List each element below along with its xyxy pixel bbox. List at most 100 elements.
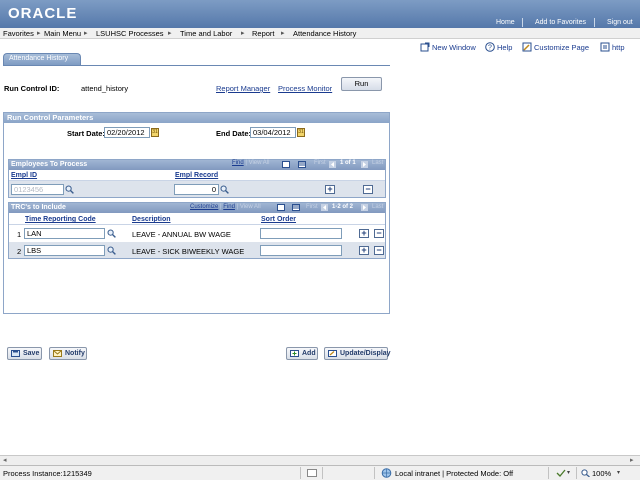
calendar-icon[interactable]: 31 — [151, 128, 159, 137]
trc-last-label: Last — [372, 204, 384, 210]
empl-record-input[interactable]: 0 — [174, 184, 219, 195]
http-link-icon[interactable] — [600, 42, 610, 52]
trc-code-input[interactable]: LBS — [24, 245, 105, 256]
notify-button-label: Notify — [65, 350, 85, 357]
run-control-id-label: Run Control ID: — [4, 84, 60, 93]
previous-arrow-icon[interactable] — [329, 161, 336, 168]
chevron-down-icon[interactable]: ▾ — [617, 469, 620, 476]
scroll-left-arrow-icon[interactable]: ◂ — [3, 456, 7, 464]
sort-order-column-header[interactable]: Sort Order — [261, 216, 296, 223]
search-icon[interactable] — [107, 246, 116, 255]
customize-page-icon[interactable] — [522, 42, 532, 52]
breadcrumb-report[interactable]: Report — [252, 29, 275, 38]
breadcrumb-lsuhsc-processes[interactable]: LSUHSC Processes — [96, 29, 164, 38]
next-arrow-icon[interactable] — [361, 204, 368, 211]
next-arrow-icon[interactable] — [361, 161, 368, 168]
save-button-label: Save — [23, 350, 40, 357]
empl-id-column-header[interactable]: Empl ID — [11, 172, 37, 179]
empl-id-input[interactable]: 0123456 — [11, 184, 64, 195]
chevron-down-icon[interactable]: ▾ — [567, 469, 570, 476]
add-row-button[interactable]: + — [359, 229, 369, 238]
page-icon — [307, 469, 317, 477]
add-row-button[interactable]: + — [359, 246, 369, 255]
tab-attendance-history[interactable]: Attendance History — [3, 53, 81, 65]
status-separator — [300, 467, 301, 479]
empl-record-column-header[interactable]: Empl Record — [175, 172, 218, 179]
breadcrumb-attendance-history[interactable]: Attendance History — [293, 29, 356, 38]
oracle-logo: ORACLE — [8, 5, 78, 22]
scroll-right-arrow-icon[interactable]: ▸ — [630, 456, 634, 464]
add-to-favorites-link[interactable]: Add to Favorites — [535, 19, 586, 26]
breadcrumb-time-and-labor[interactable]: Time and Labor — [180, 29, 232, 38]
employees-find-link[interactable]: Find — [232, 160, 244, 166]
delete-row-button[interactable]: − — [374, 246, 384, 255]
new-window-icon[interactable] — [420, 42, 430, 52]
trc-code-input[interactable]: LAN — [24, 228, 105, 239]
home-link[interactable]: Home — [496, 19, 515, 26]
help-icon[interactable]: ? — [485, 42, 495, 52]
process-monitor-link[interactable]: Process Monitor — [278, 84, 332, 93]
trc-description: LEAVE - ANNUAL BW WAGE — [132, 230, 231, 239]
update-display-button[interactable]: Update/Display — [324, 347, 391, 360]
start-date-input[interactable]: 02/20/2012 — [104, 127, 150, 138]
time-reporting-code-column-header[interactable]: Time Reporting Code — [25, 216, 96, 223]
trc-first-label: First — [306, 204, 318, 210]
row-number: 1 — [17, 230, 22, 239]
customize-page-link[interactable]: Customize Page — [534, 43, 589, 52]
download-grid-icon[interactable] — [298, 161, 306, 168]
sort-order-input[interactable] — [260, 245, 342, 256]
employees-view-all-link[interactable]: View All — [249, 160, 270, 166]
globe-icon — [381, 468, 392, 478]
search-icon[interactable] — [220, 185, 229, 194]
description-column-header[interactable]: Description — [132, 216, 171, 223]
chevron-right-icon: ▸ — [281, 30, 285, 37]
trc-view-all-link[interactable]: View All — [240, 204, 261, 210]
view-grid-icon[interactable] — [282, 161, 290, 168]
breadcrumb-main-menu[interactable]: Main Menu — [44, 29, 81, 38]
delete-row-button[interactable]: − — [363, 185, 373, 194]
run-button[interactable]: Run — [341, 77, 382, 91]
process-instance-status: Process Instance:1215349 — [3, 469, 92, 478]
download-grid-icon[interactable] — [292, 204, 300, 211]
previous-arrow-icon[interactable] — [321, 204, 328, 211]
new-window-link[interactable]: New Window — [432, 43, 476, 52]
status-separator — [576, 467, 577, 479]
add-button[interactable]: Add — [286, 347, 318, 360]
breadcrumb: Favorites ▸ Main Menu ▸ LSUHSC Processes… — [0, 28, 640, 39]
envelope-icon — [53, 350, 62, 357]
sign-out-link[interactable]: Sign out — [607, 19, 633, 26]
add-button-label: Add — [302, 350, 316, 357]
tab-underline — [3, 65, 390, 66]
horizontal-scrollbar[interactable]: ◂ ▸ — [0, 455, 640, 465]
help-link[interactable]: Help — [497, 43, 512, 52]
trc-find-link[interactable]: Find — [223, 204, 235, 210]
breadcrumb-favorites[interactable]: Favorites — [3, 29, 34, 38]
view-grid-icon[interactable] — [277, 204, 285, 211]
end-date-input[interactable]: 03/04/2012 — [250, 127, 296, 138]
add-icon — [290, 350, 299, 357]
http-link[interactable]: http — [612, 43, 625, 52]
search-icon[interactable] — [65, 185, 74, 194]
employees-grid-nav: Find | View All — [232, 160, 270, 166]
save-button[interactable]: Save — [7, 347, 42, 360]
oracle-header: ORACLE Home Add to Favorites Sign out — [0, 0, 640, 28]
status-separator — [374, 467, 375, 479]
zoom-icon[interactable] — [581, 469, 590, 477]
svg-text:?: ? — [488, 45, 492, 52]
calendar-icon[interactable]: 31 — [297, 128, 305, 137]
protected-mode-icon[interactable] — [556, 469, 566, 477]
notify-button[interactable]: Notify — [49, 347, 87, 360]
add-row-button[interactable]: + — [325, 185, 335, 194]
trc-grid-nav: Customize | Find | View All — [190, 204, 261, 210]
trc-customize-link[interactable]: Customize — [190, 204, 218, 210]
report-manager-link[interactable]: Report Manager — [216, 84, 270, 93]
zoom-level[interactable]: 100% — [592, 469, 611, 478]
start-date-label: Start Date: — [67, 129, 105, 138]
search-icon[interactable] — [107, 229, 116, 238]
chevron-right-icon: ▸ — [168, 30, 172, 37]
employees-last-label: Last — [372, 160, 384, 166]
delete-row-button[interactable]: − — [374, 229, 384, 238]
employees-first-label: First — [314, 160, 326, 166]
sort-order-input[interactable] — [260, 228, 342, 239]
status-separator — [548, 467, 549, 479]
